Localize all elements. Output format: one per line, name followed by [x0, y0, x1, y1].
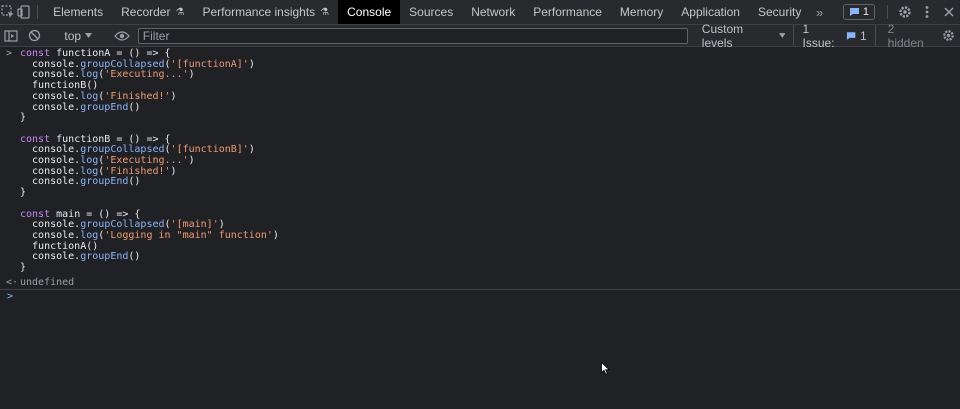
tab-label: Console	[347, 5, 392, 19]
more-tabs-icon[interactable]: »	[810, 0, 829, 24]
result-prompt: <·	[6, 277, 19, 288]
input-prompt: >	[6, 48, 13, 59]
tab-label: Recorder	[121, 5, 171, 19]
console-prompt-input[interactable]: >	[0, 291, 960, 307]
tab-label: Network	[471, 5, 516, 19]
messages-badge[interactable]: 1	[842, 4, 875, 20]
tab-recorder[interactable]: Recorder ⚗	[112, 0, 193, 24]
tab-performance[interactable]: Performance	[524, 0, 611, 24]
issues-count: 1	[859, 28, 867, 43]
filter-input[interactable]	[137, 27, 688, 44]
console-result-entry: <· undefined	[0, 277, 960, 290]
dropdown-arrow-icon	[85, 33, 93, 38]
tab-label: Performance insights	[202, 5, 316, 19]
gear-icon[interactable]	[894, 0, 916, 24]
tab-label: Memory	[619, 5, 664, 19]
tab-label: Security	[757, 5, 802, 19]
clear-console-icon[interactable]	[23, 25, 46, 46]
sidebar-toggle-icon[interactable]	[0, 25, 23, 46]
divider	[37, 5, 39, 19]
message-icon	[846, 31, 856, 40]
result-value: undefined	[20, 277, 75, 288]
log-levels-dropdown[interactable]: Custom levels	[694, 22, 794, 50]
tab-sources[interactable]: Sources	[400, 0, 462, 24]
dropdown-arrow-icon	[778, 33, 786, 38]
context-selector[interactable]: top	[58, 29, 98, 43]
message-icon	[849, 8, 859, 16]
messages-count: 1	[862, 6, 869, 18]
inspect-element-icon[interactable]	[0, 0, 16, 24]
issues-label: 1 Issue:	[802, 21, 835, 50]
context-label: top	[64, 28, 82, 43]
kebab-menu-icon[interactable]	[916, 0, 938, 24]
tab-bar-actions: 1	[829, 0, 960, 24]
tab-performance-insights[interactable]: Performance insights ⚗	[193, 0, 338, 24]
close-icon[interactable]	[938, 0, 960, 24]
eye-icon[interactable]	[111, 25, 134, 46]
hidden-messages-count: 2 hidden	[887, 21, 924, 50]
device-toolbar-icon[interactable]	[16, 0, 32, 24]
flask-icon: ⚗	[175, 6, 185, 18]
tab-network[interactable]: Network	[462, 0, 524, 24]
console-input-entry[interactable]: > const functionA = () => { console.group…	[0, 47, 960, 274]
tab-elements[interactable]: Elements	[44, 0, 112, 24]
tab-application[interactable]: Application	[672, 0, 749, 24]
issues-button[interactable]: 1 Issue: 1	[793, 22, 876, 50]
prompt-caret-icon: >	[7, 291, 14, 302]
tab-security[interactable]: Security	[749, 0, 810, 24]
console-toolbar: top Custom levels 1 Issue: 1 2 hidden	[0, 21, 960, 50]
log-levels-label: Custom levels	[701, 21, 744, 50]
tab-label: Performance	[533, 5, 602, 19]
tab-label: Application	[681, 5, 740, 19]
flask-icon: ⚗	[320, 6, 330, 18]
tab-console[interactable]: Console	[338, 0, 401, 24]
mouse-cursor-icon	[601, 361, 610, 378]
tab-label: Sources	[409, 5, 454, 19]
divider	[887, 5, 888, 19]
tab-memory[interactable]: Memory	[611, 0, 672, 24]
console-settings-gear-icon[interactable]	[937, 25, 960, 46]
console-output: > const functionA = () => { console.group…	[0, 47, 960, 409]
tab-label: Elements	[53, 5, 104, 19]
